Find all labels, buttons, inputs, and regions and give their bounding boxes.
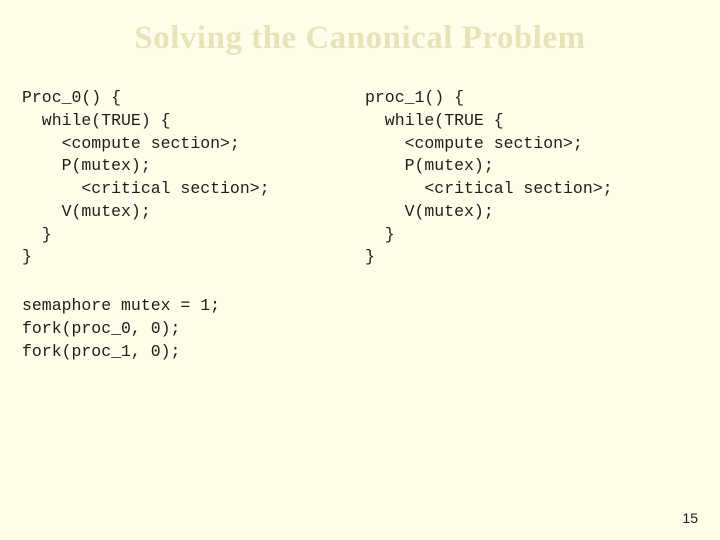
code-line: semaphore mutex = 1; [22, 296, 220, 315]
code-line: } [22, 225, 52, 244]
page-number: 15 [682, 510, 698, 526]
code-line: V(mutex); [365, 202, 494, 221]
code-line: while(TRUE { [365, 111, 504, 130]
code-line: } [365, 225, 395, 244]
code-line: V(mutex); [22, 202, 151, 221]
proc0-code: Proc_0() { while(TRUE) { <compute sectio… [22, 87, 355, 269]
code-columns: Proc_0() { while(TRUE) { <compute sectio… [0, 57, 720, 269]
slide-title: Solving the Canonical Problem [0, 0, 720, 57]
setup-code: semaphore mutex = 1; fork(proc_0, 0); fo… [0, 269, 720, 363]
code-line: fork(proc_1, 0); [22, 342, 180, 361]
code-line: fork(proc_0, 0); [22, 319, 180, 338]
code-line: P(mutex); [22, 156, 151, 175]
code-line: <critical section>; [365, 179, 613, 198]
code-line: } [365, 247, 375, 266]
code-line: <critical section>; [22, 179, 270, 198]
proc1-code: proc_1() { while(TRUE { <compute section… [355, 87, 698, 269]
code-line: while(TRUE) { [22, 111, 171, 130]
code-line: <compute section>; [22, 134, 240, 153]
code-line: P(mutex); [365, 156, 494, 175]
code-line: <compute section>; [365, 134, 583, 153]
code-line: } [22, 247, 32, 266]
code-line: Proc_0() { [22, 88, 121, 107]
code-line: proc_1() { [365, 88, 464, 107]
